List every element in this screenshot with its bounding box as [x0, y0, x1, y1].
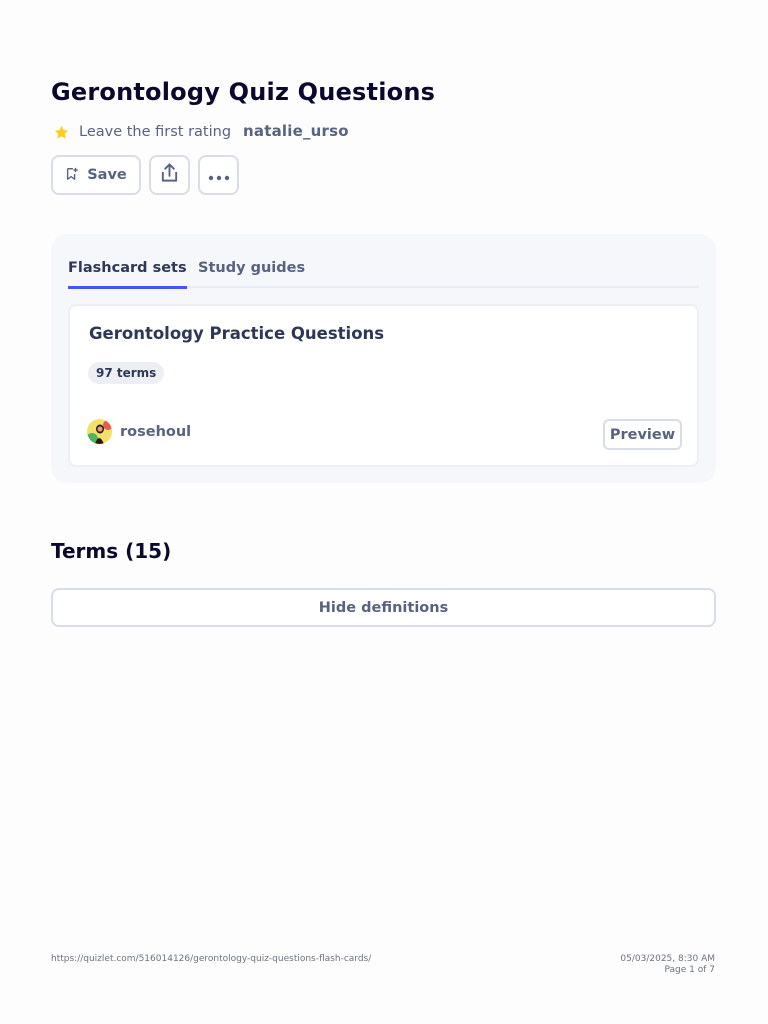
- creator-name: rosehoul: [120, 423, 192, 440]
- flashcard-set-card[interactable]: Gerontology Practice Questions 97 terms …: [68, 304, 699, 467]
- more-horizontal-icon: [208, 166, 230, 185]
- terms-heading: Terms (15): [51, 539, 172, 563]
- card-creator[interactable]: rosehoul: [87, 419, 191, 444]
- rating-row[interactable]: Leave the first rating: [53, 120, 231, 144]
- bookmark-add-icon: [65, 166, 79, 185]
- author-link[interactable]: natalie_urso: [243, 122, 349, 140]
- hide-definitions-button[interactable]: Hide definitions: [51, 588, 716, 627]
- footer-datetime: 05/03/2025, 8:30 AM: [620, 954, 715, 964]
- save-button[interactable]: Save: [51, 155, 141, 195]
- share-button[interactable]: [149, 155, 190, 195]
- preview-button[interactable]: Preview: [603, 419, 682, 450]
- footer-page-number: Page 1 of 7: [664, 965, 716, 975]
- page-background: [0, 0, 768, 1024]
- card-title[interactable]: Gerontology Practice Questions: [89, 324, 384, 343]
- share-icon: [159, 162, 180, 188]
- footer-info: 05/03/2025, 8:30 AM Page 1 of 7: [620, 954, 715, 976]
- set-actions: Save: [51, 155, 239, 195]
- page-title: Gerontology Quiz Questions: [51, 78, 436, 106]
- tab-study-guides[interactable]: Study guides: [198, 260, 305, 276]
- related-tabs: Flashcard sets Study guides: [68, 258, 699, 289]
- save-button-label: Save: [87, 167, 127, 183]
- avatar: [87, 419, 112, 444]
- related-sets-panel: Flashcard sets Study guides Gerontology …: [51, 234, 716, 483]
- terms-count-badge: 97 terms: [88, 362, 165, 384]
- tab-flashcard-sets[interactable]: Flashcard sets: [68, 260, 187, 289]
- footer-url: https://quizlet.com/516014126/gerontolog…: [51, 954, 372, 964]
- more-options-button[interactable]: [198, 155, 239, 195]
- star-icon: [53, 124, 70, 141]
- rating-prompt[interactable]: Leave the first rating: [79, 124, 231, 140]
